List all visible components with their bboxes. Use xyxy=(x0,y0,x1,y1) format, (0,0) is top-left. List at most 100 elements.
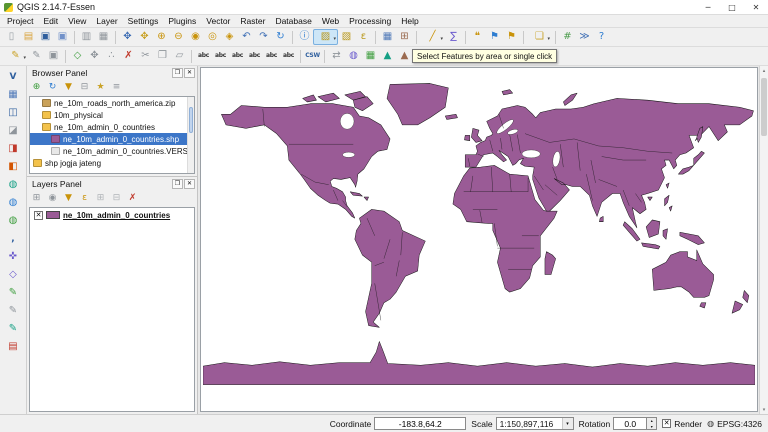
rotation-spinner[interactable]: ▴ ▾ xyxy=(647,417,657,430)
menu-item[interactable]: Layer xyxy=(91,16,122,26)
node-tool-icon[interactable]: ∴ xyxy=(103,48,120,64)
minimize-button[interactable]: ─ xyxy=(696,0,720,14)
topology-checker-icon[interactable]: ▦ xyxy=(362,48,379,64)
current-edits-icon[interactable]: ✎ xyxy=(3,48,28,64)
label-move-icon[interactable]: abc xyxy=(246,48,263,64)
copy-features-icon[interactable]: ❐ xyxy=(154,48,171,64)
zoom-to-layer-icon[interactable]: ◈ xyxy=(221,29,238,45)
rotation-input[interactable] xyxy=(613,417,647,430)
add-wcs-layer-icon[interactable]: ◍ xyxy=(5,195,22,211)
scrollbar-thumb[interactable] xyxy=(761,78,767,136)
browser-scrollbar[interactable] xyxy=(187,97,194,173)
browser-item[interactable]: shp jogja jateng xyxy=(30,157,194,169)
select-features-icon[interactable]: ▨ xyxy=(313,29,338,45)
paste-features-icon[interactable]: ▱ xyxy=(171,48,188,64)
add-oracle-layer-icon[interactable]: ◧ xyxy=(5,159,22,175)
float-panel-icon[interactable]: ❐ xyxy=(172,179,183,189)
labeling-icon[interactable]: abc xyxy=(195,48,212,64)
interpolation-icon[interactable]: ▲ xyxy=(379,48,396,64)
maximize-button[interactable]: □ xyxy=(720,0,744,14)
scale-combobox[interactable]: 1:150,897,116 ▾ xyxy=(496,417,574,430)
menu-item[interactable]: Raster xyxy=(235,16,270,26)
label-rotate-icon[interactable]: abc xyxy=(263,48,280,64)
toolbar-button[interactable] xyxy=(372,29,379,45)
cut-features-icon[interactable]: ✂ xyxy=(137,48,154,64)
browser-item[interactable]: ne_10m_admin_0_countries.shp xyxy=(30,133,194,145)
spatial-query-icon[interactable]: ◍ xyxy=(345,48,362,64)
label-properties-icon[interactable]: abc xyxy=(280,48,297,64)
toolbar-button[interactable] xyxy=(520,29,527,45)
layer-item[interactable]: ✕ ne_10m_admin_0_countries xyxy=(30,208,194,221)
toolbar-button[interactable] xyxy=(188,48,195,64)
label-pin-icon[interactable]: abc xyxy=(212,48,229,64)
toolbar-button[interactable] xyxy=(62,48,69,64)
move-feature-icon[interactable]: ✥ xyxy=(86,48,103,64)
favourites-icon[interactable]: ★ xyxy=(93,81,108,95)
new-project-icon[interactable]: ▯ xyxy=(3,29,20,45)
filter-legend-icon[interactable]: ▼ xyxy=(61,192,76,206)
remove-layer-icon[interactable]: ✗ xyxy=(125,192,140,206)
menu-item[interactable]: Web xyxy=(317,16,344,26)
menu-item[interactable]: Plugins xyxy=(163,16,201,26)
render-checkbox[interactable]: ✕ xyxy=(662,419,671,428)
chevron-down-icon[interactable]: ▾ xyxy=(562,418,573,429)
add-feature-icon[interactable]: ◇ xyxy=(69,48,86,64)
pan-map-icon[interactable]: ✥ xyxy=(119,29,136,45)
collapse-all-icon[interactable]: ⊟ xyxy=(77,81,92,95)
text-annotation-icon[interactable]: ❏ xyxy=(527,29,552,45)
add-raster-layer-icon[interactable]: ▦ xyxy=(5,87,22,103)
browser-item[interactable]: 10m_physical xyxy=(30,109,194,121)
grass-tools-icon[interactable]: # xyxy=(559,29,576,45)
zoom-in-icon[interactable]: ⊕ xyxy=(153,29,170,45)
zoom-full-icon[interactable]: ◉ xyxy=(187,29,204,45)
toolbar-button[interactable] xyxy=(112,29,119,45)
layer-visibility-icon[interactable]: ◉ xyxy=(45,192,60,206)
select-by-expression-icon[interactable]: ε xyxy=(355,29,372,45)
toggle-editing-icon[interactable]: ✎ xyxy=(28,48,45,64)
save-layer-edits-icon[interactable]: ▣ xyxy=(45,48,62,64)
browser-item[interactable]: ne_10m_admin_0_countries xyxy=(30,121,194,133)
menu-item[interactable]: Settings xyxy=(123,16,164,26)
new-bookmark-icon[interactable]: ⚑ xyxy=(486,29,503,45)
add-postgis-layer-icon[interactable]: ◫ xyxy=(5,105,22,121)
menu-item[interactable]: Vector xyxy=(201,16,235,26)
add-delimited-text-layer-icon[interactable]: , xyxy=(5,231,22,247)
properties-widget-icon[interactable]: ≡ xyxy=(109,81,124,95)
new-spatialite-layer-icon[interactable]: ✎ xyxy=(5,303,22,319)
toolbar-button[interactable] xyxy=(462,29,469,45)
toolbar-button[interactable] xyxy=(552,29,559,45)
add-mssql-layer-icon[interactable]: ◨ xyxy=(5,141,22,157)
crs-status-button[interactable]: ◍ EPSG:4326 xyxy=(707,419,762,429)
filter-browser-icon[interactable]: ▼ xyxy=(61,81,76,95)
add-vector-layer-icon[interactable]: V xyxy=(5,69,22,85)
metasearch-csw-icon[interactable]: CSW xyxy=(304,48,321,64)
add-gps-layer-icon[interactable]: ✜ xyxy=(5,249,22,265)
menu-item[interactable]: Help xyxy=(396,16,423,26)
new-geopackage-layer-icon[interactable]: ✎ xyxy=(5,321,22,337)
toolbar-button[interactable] xyxy=(413,29,420,45)
identify-features-icon[interactable]: ⓘ xyxy=(296,29,313,45)
browser-item[interactable]: ne_10m_roads_north_america.zip xyxy=(30,97,194,109)
open-project-icon[interactable]: ▤ xyxy=(20,29,37,45)
browser-item[interactable]: ne_10m_admin_0_countries.VERSION.txt xyxy=(30,145,194,157)
add-group-icon[interactable]: ⊞ xyxy=(29,192,44,206)
map-tips-icon[interactable]: ❝ xyxy=(469,29,486,45)
save-project-icon[interactable]: ▣ xyxy=(37,29,54,45)
expand-all-icon[interactable]: ⊞ xyxy=(93,192,108,206)
label-highlight-icon[interactable]: abc xyxy=(229,48,246,64)
float-panel-icon[interactable]: ❐ xyxy=(172,68,183,78)
add-oracle-georaster-icon[interactable]: ▤ xyxy=(5,339,22,355)
road-graph-icon[interactable]: ⇄ xyxy=(328,48,345,64)
add-virtual-layer-icon[interactable]: ◇ xyxy=(5,267,22,283)
add-wfs-layer-icon[interactable]: ◍ xyxy=(5,213,22,229)
toolbar-button[interactable] xyxy=(71,29,78,45)
refresh-map-icon[interactable]: ↻ xyxy=(272,29,289,45)
help-icon[interactable]: ? xyxy=(593,29,610,45)
close-panel-icon[interactable]: ✕ xyxy=(184,179,195,189)
zoom-last-icon[interactable]: ↶ xyxy=(238,29,255,45)
scroll-up-icon[interactable]: ▴ xyxy=(760,66,768,75)
python-console-icon[interactable]: ≫ xyxy=(576,29,593,45)
close-panel-icon[interactable]: ✕ xyxy=(184,68,195,78)
menu-item[interactable]: Processing xyxy=(344,16,396,26)
filter-by-expression-icon[interactable]: ε xyxy=(77,192,92,206)
